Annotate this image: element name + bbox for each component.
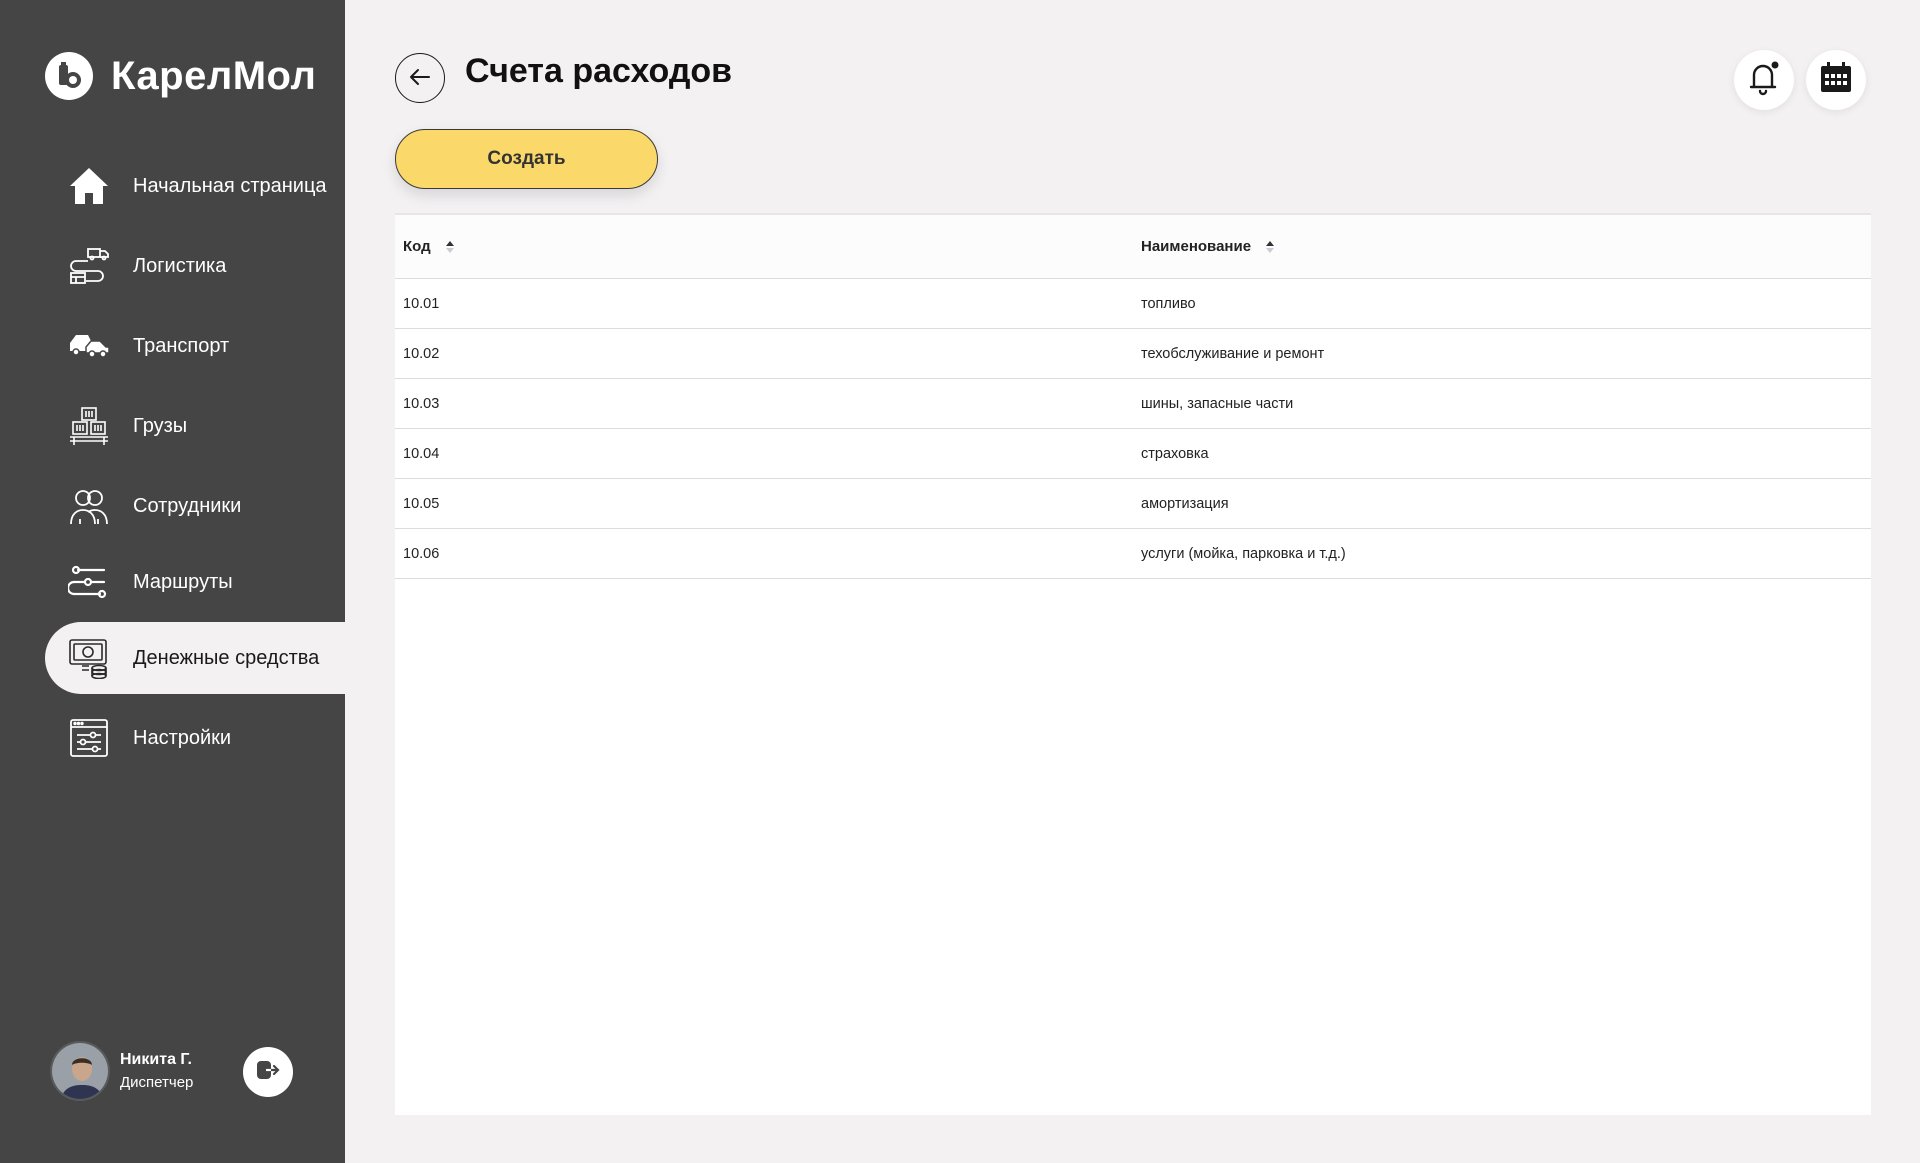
cell-name: шины, запасные части <box>1141 395 1294 412</box>
cell-name: услуги (мойка, парковка и т.д.) <box>1141 545 1346 562</box>
cell-name: страховка <box>1141 445 1209 462</box>
milk-logo-icon <box>45 52 93 100</box>
cell-code: 10.03 <box>403 395 440 412</box>
cell-name: топливо <box>1141 295 1196 312</box>
table-row[interactable]: 10.03 шины, запасные части <box>395 379 1871 429</box>
column-header-code[interactable]: Код <box>395 238 1133 255</box>
user-role: Диспетчер <box>120 1074 194 1091</box>
table-row[interactable]: 10.05 амортизация <box>395 479 1871 529</box>
sidebar-item-transport[interactable]: Транспорт <box>45 310 345 382</box>
sidebar: КарелМол Начальная страница Логистика Тр… <box>0 0 345 1163</box>
settings-icon <box>67 716 111 760</box>
transport-icon <box>67 324 111 368</box>
cell-code: 10.06 <box>403 545 440 562</box>
cell-name: техобслуживание и ремонт <box>1141 345 1325 362</box>
avatar <box>50 1041 110 1101</box>
sidebar-item-label: Начальная страница <box>133 174 327 197</box>
table-row[interactable]: 10.06 услуги (мойка, парковка и т.д.) <box>395 529 1871 579</box>
cargo-icon <box>67 404 111 448</box>
home-icon <box>67 164 111 208</box>
table-header: Код Наименование <box>395 215 1871 279</box>
column-label: Код <box>403 238 431 255</box>
sidebar-item-logistics[interactable]: Логистика <box>45 230 345 302</box>
brand-logo[interactable]: КарелМол <box>45 52 316 100</box>
cell-name: амортизация <box>1141 495 1229 512</box>
bell-icon <box>1748 60 1780 101</box>
column-label: Наименование <box>1141 238 1252 255</box>
cell-code: 10.02 <box>403 345 440 362</box>
sidebar-item-label: Логистика <box>133 254 227 277</box>
create-button[interactable]: Создать <box>395 129 658 189</box>
sidebar-item-label: Транспорт <box>133 334 230 357</box>
sidebar-item-label: Грузы <box>133 414 188 437</box>
sidebar-item-settings[interactable]: Настройки <box>45 702 345 774</box>
user-info: Никита Г. Диспетчер <box>120 1051 193 1091</box>
sidebar-item-label: Сотрудники <box>133 494 242 517</box>
notifications-button[interactable] <box>1734 50 1794 110</box>
sort-icon[interactable] <box>1265 239 1275 255</box>
employees-icon <box>67 484 111 528</box>
user-profile[interactable]: Никита Г. Диспетчер <box>50 1041 193 1101</box>
logistics-icon <box>67 244 111 288</box>
table-row[interactable]: 10.04 страховка <box>395 429 1871 479</box>
sidebar-item-label: Денежные средства <box>133 646 320 669</box>
sidebar-item-label: Маршруты <box>133 570 233 593</box>
table-row[interactable]: 10.02 техобслуживание и ремонт <box>395 329 1871 379</box>
logout-button[interactable] <box>243 1047 293 1097</box>
calendar-icon <box>1820 61 1852 99</box>
table-row[interactable]: 10.01 топливо <box>395 279 1871 329</box>
cell-code: 10.05 <box>403 495 440 512</box>
brand-name: КарелМол <box>111 53 317 98</box>
expense-accounts-table: Код Наименование 10.01 топливо 10.02 тех… <box>395 213 1871 1115</box>
user-name: Никита Г. <box>120 1051 192 1068</box>
sidebar-item-money[interactable]: Денежные средства <box>45 622 345 694</box>
arrow-left-icon <box>409 68 431 89</box>
page-title: Счета расходов <box>465 52 733 90</box>
back-button[interactable] <box>395 53 445 103</box>
sidebar-item-routes[interactable]: Маршруты <box>45 546 345 618</box>
sidebar-item-home[interactable]: Начальная страница <box>45 150 345 222</box>
sidebar-item-label: Настройки <box>133 726 232 749</box>
cell-code: 10.01 <box>403 295 440 312</box>
sidebar-item-cargo[interactable]: Грузы <box>45 390 345 462</box>
column-header-name[interactable]: Наименование <box>1133 238 1275 255</box>
logout-icon <box>255 1057 281 1088</box>
calendar-button[interactable] <box>1806 50 1866 110</box>
sort-icon[interactable] <box>445 239 455 255</box>
cell-code: 10.04 <box>403 445 440 462</box>
money-icon <box>67 636 111 680</box>
routes-icon <box>67 560 111 604</box>
sidebar-item-employees[interactable]: Сотрудники <box>45 470 345 542</box>
